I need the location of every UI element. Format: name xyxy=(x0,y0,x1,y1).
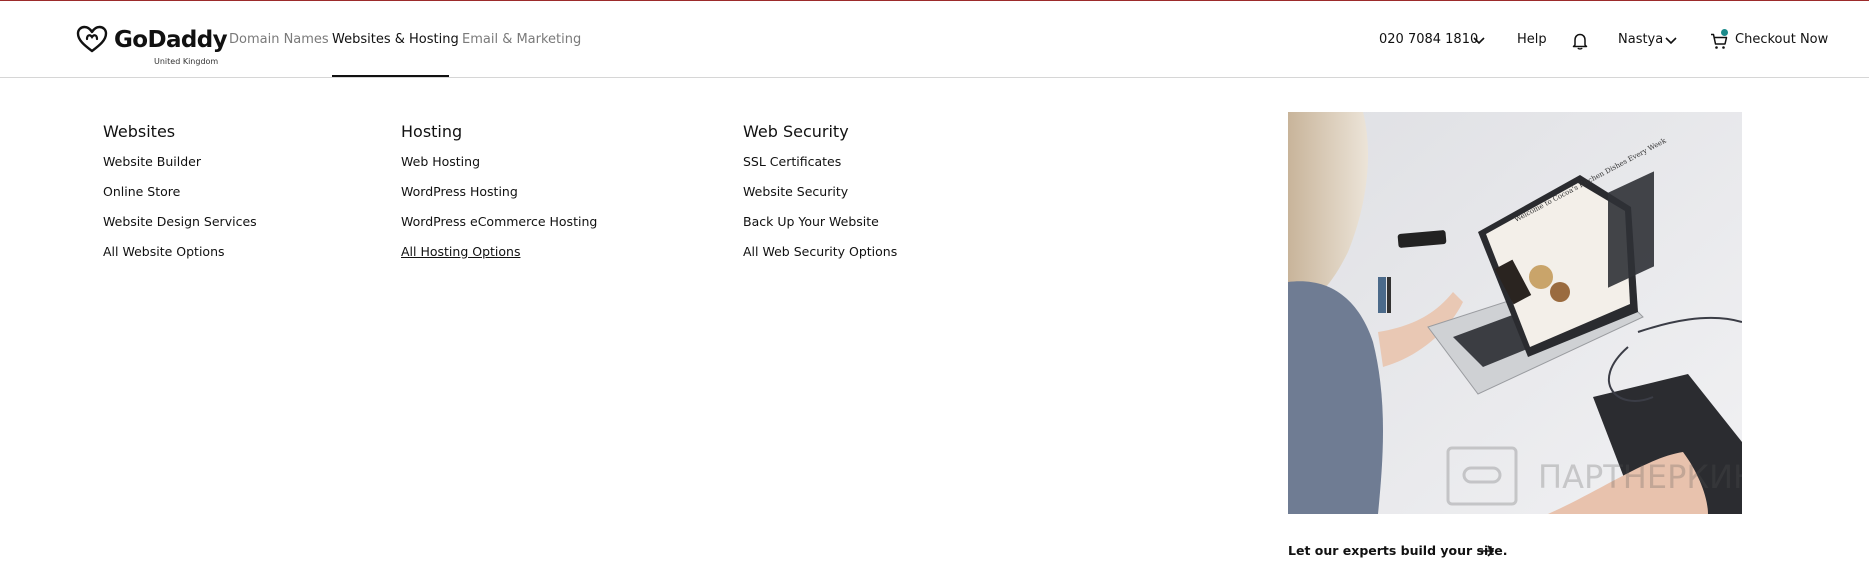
websites-heading: Websites xyxy=(103,122,176,141)
chevron-down-icon[interactable] xyxy=(1665,37,1677,45)
hosting-heading: Hosting xyxy=(401,122,463,141)
phone-number[interactable]: 020 7084 1810 xyxy=(1379,32,1478,47)
link-online-store[interactable]: Online Store xyxy=(103,184,180,199)
link-all-website-options[interactable]: All Website Options xyxy=(103,244,225,259)
link-website-design-services[interactable]: Website Design Services xyxy=(103,214,257,229)
link-website-security[interactable]: Website Security xyxy=(743,184,848,199)
link-website-builder[interactable]: Website Builder xyxy=(103,154,201,169)
godaddy-logo[interactable]: GoDaddy United Kingdom xyxy=(76,23,228,73)
promo-image[interactable]: Welcome to Cocoa's Kitchen Dishes Every … xyxy=(1288,112,1742,514)
logo-region-label: United Kingdom xyxy=(154,57,219,66)
tab-domain-names[interactable]: Domain Names xyxy=(229,32,329,47)
chevron-down-icon[interactable] xyxy=(1473,37,1485,45)
link-all-hosting-options[interactable]: All Hosting Options xyxy=(401,244,520,259)
help-link[interactable]: Help xyxy=(1517,32,1547,47)
link-back-up-your-website[interactable]: Back Up Your Website xyxy=(743,214,879,229)
link-ssl-certificates[interactable]: SSL Certificates xyxy=(743,154,841,169)
arrow-right-icon[interactable] xyxy=(1477,545,1495,557)
bell-icon[interactable] xyxy=(1572,32,1588,50)
logo-wordmark: GoDaddy xyxy=(114,27,228,53)
promo-illustration: Welcome to Cocoa's Kitchen Dishes Every … xyxy=(1288,112,1742,514)
link-web-hosting[interactable]: Web Hosting xyxy=(401,154,480,169)
tab-websites-hosting[interactable]: Websites & Hosting xyxy=(332,32,459,47)
top-navbar: GoDaddy United Kingdom Domain Names Webs… xyxy=(0,1,1869,78)
link-wordpress-ecommerce-hosting[interactable]: WordPress eCommerce Hosting xyxy=(401,214,597,229)
cart-badge xyxy=(1721,29,1728,36)
watermark-text: ПАРТНЕРКИН xyxy=(1538,458,1742,496)
tab-email-marketing[interactable]: Email & Marketing xyxy=(462,32,581,47)
user-account[interactable]: Nastya xyxy=(1618,32,1663,47)
checkout-link[interactable]: Checkout Now xyxy=(1735,32,1828,47)
active-tab-underline xyxy=(332,75,449,77)
link-wordpress-hosting[interactable]: WordPress Hosting xyxy=(401,184,518,199)
web-security-heading: Web Security xyxy=(743,122,849,141)
link-all-web-security-options[interactable]: All Web Security Options xyxy=(743,244,897,259)
promo-cta-link[interactable]: Let our experts build your site. xyxy=(1288,543,1507,558)
godaddy-heart-logo-icon xyxy=(76,25,108,53)
